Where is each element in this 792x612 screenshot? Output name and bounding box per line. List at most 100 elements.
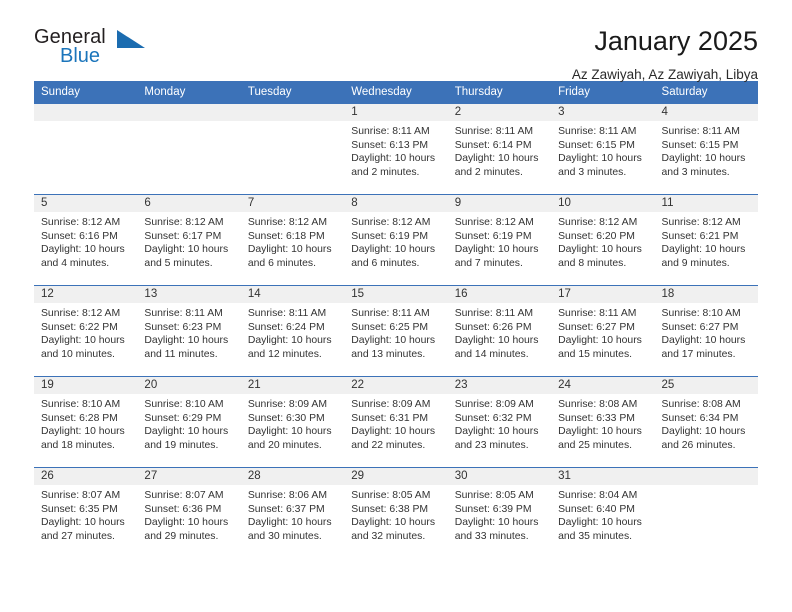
calendar-day-cell[interactable]: 27 Sunrise: 8:07 AM Sunset: 6:36 PM Dayligh… [137, 467, 241, 558]
calendar-day-cell[interactable]: 25 Sunrise: 8:08 AM Sunset: 6:34 PM Dayligh… [654, 376, 758, 468]
sunrise-time: Sunrise: 8:12 AM [351, 217, 431, 228]
daylight-line-1: Daylight: 10 hours [454, 244, 539, 256]
calendar-day-cell[interactable]: 23 Sunrise: 8:09 AM Sunset: 6:32 PM Dayligh… [447, 376, 552, 468]
calendar-day-cell[interactable]: 9 Sunrise: 8:12 AM Sunset: 6:19 PM Daylight… [447, 194, 552, 286]
day-number: 10 [551, 195, 655, 212]
daylight-line-2: and 27 minutes. [41, 530, 115, 542]
day-details: Sunrise: 8:12 AM Sunset: 6:20 PM Daylight:… [551, 212, 654, 270]
calendar-day-cell[interactable]: 26 Sunrise: 8:07 AM Sunset: 6:35 PM Dayligh… [34, 467, 138, 558]
daylight-line-2: and 6 minutes. [247, 257, 317, 269]
day-cell-inner [654, 468, 758, 558]
sunset-time: Sunset: 6:39 PM [454, 503, 532, 515]
calendar-day-cell[interactable]: 21 Sunrise: 8:09 AM Sunset: 6:30 PM Dayligh… [240, 376, 345, 468]
calendar-day-cell[interactable]: 7 Sunrise: 8:12 AM Sunset: 6:18 PM Daylight… [240, 194, 345, 286]
calendar-day-cell[interactable]: 18 Sunrise: 8:10 AM Sunset: 6:27 PM Dayligh… [654, 285, 758, 377]
day-details: Sunrise: 8:11 AM Sunset: 6:14 PM Daylight:… [448, 121, 551, 179]
calendar-day-cell[interactable]: 15 Sunrise: 8:11 AM Sunset: 6:25 PM Dayligh… [344, 285, 448, 377]
day-number: 27 [137, 468, 241, 485]
calendar-day-cell[interactable]: 19 Sunrise: 8:10 AM Sunset: 6:28 PM Dayligh… [34, 376, 138, 468]
day-number: 2 [447, 104, 552, 121]
daylight-line-2: and 18 minutes. [41, 439, 115, 451]
daylight-line-2: and 20 minutes. [247, 439, 322, 451]
sunset-time: Sunset: 6:37 PM [247, 503, 325, 515]
day-details: Sunrise: 8:11 AM Sunset: 6:15 PM Daylight:… [655, 121, 758, 179]
day-cell-inner: 3 Sunrise: 8:11 AM Sunset: 6:15 PM Daylight… [551, 104, 655, 194]
daylight-line-1: Daylight: 10 hours [41, 517, 125, 529]
calendar-day-cell[interactable]: 11 Sunrise: 8:12 AM Sunset: 6:21 PM Dayligh… [654, 194, 758, 286]
calendar-day-cell[interactable]: 10 Sunrise: 8:12 AM Sunset: 6:20 PM Dayligh… [551, 194, 655, 286]
calendar-day-cell[interactable]: 22 Sunrise: 8:09 AM Sunset: 6:31 PM Dayligh… [344, 376, 448, 468]
daylight-line-2: and 29 minutes. [144, 530, 219, 542]
day-cell-inner: 14 Sunrise: 8:11 AM Sunset: 6:24 PM Dayligh… [240, 286, 345, 376]
day-number: 11 [654, 195, 758, 212]
day-details: Sunrise: 8:09 AM Sunset: 6:32 PM Daylight:… [448, 394, 551, 452]
day-number: 26 [34, 468, 138, 485]
sunset-time: Sunset: 6:13 PM [351, 139, 429, 151]
day-cell-inner: 11 Sunrise: 8:12 AM Sunset: 6:21 PM Dayligh… [654, 195, 758, 285]
daylight-line-2: and 33 minutes. [454, 530, 529, 542]
calendar-day-cell[interactable]: 16 Sunrise: 8:11 AM Sunset: 6:26 PM Dayligh… [447, 285, 552, 377]
day-cell-inner: 21 Sunrise: 8:09 AM Sunset: 6:30 PM Dayligh… [240, 377, 345, 467]
calendar-day-cell[interactable]: 29 Sunrise: 8:05 AM Sunset: 6:38 PM Dayligh… [344, 467, 448, 558]
daylight-line-1: Daylight: 10 hours [661, 335, 746, 347]
daylight-line-1: Daylight: 10 hours [351, 517, 436, 529]
daylight-line-2: and 11 minutes. [144, 348, 218, 360]
day-number: 18 [654, 286, 758, 303]
sunrise-time: Sunrise: 8:11 AM [661, 126, 740, 137]
weekday-header-monday: Monday [137, 81, 241, 104]
day-cell-inner: 9 Sunrise: 8:12 AM Sunset: 6:19 PM Daylight… [447, 195, 552, 285]
calendar-day-cell[interactable]: 1 Sunrise: 8:11 AM Sunset: 6:13 PM Daylight… [344, 103, 448, 195]
day-details [34, 121, 137, 125]
sunset-time: Sunset: 6:35 PM [41, 503, 118, 515]
day-cell-inner: 28 Sunrise: 8:06 AM Sunset: 6:37 PM Dayligh… [240, 468, 345, 558]
day-cell-inner: 16 Sunrise: 8:11 AM Sunset: 6:26 PM Dayligh… [447, 286, 552, 376]
day-details: Sunrise: 8:07 AM Sunset: 6:36 PM Daylight:… [137, 485, 240, 543]
page-title: January 2025 [594, 26, 758, 56]
sunset-time: Sunset: 6:23 PM [144, 321, 222, 333]
day-cell-inner: 30 Sunrise: 8:05 AM Sunset: 6:39 PM Dayligh… [447, 468, 552, 558]
calendar-day-cell[interactable]: 3 Sunrise: 8:11 AM Sunset: 6:15 PM Daylight… [551, 103, 655, 195]
calendar-day-cell[interactable]: 13 Sunrise: 8:11 AM Sunset: 6:23 PM Dayligh… [137, 285, 241, 377]
daylight-line-2: and 12 minutes. [247, 348, 322, 360]
daylight-line-2: and 7 minutes. [454, 257, 523, 269]
calendar-day-cell[interactable]: 5 Sunrise: 8:12 AM Sunset: 6:16 PM Daylight… [34, 194, 138, 286]
day-details: Sunrise: 8:05 AM Sunset: 6:38 PM Daylight:… [344, 485, 447, 543]
daylight-line-1: Daylight: 10 hours [454, 335, 539, 347]
calendar-day-cell[interactable]: 20 Sunrise: 8:10 AM Sunset: 6:29 PM Dayligh… [137, 376, 241, 468]
daylight-line-2: and 30 minutes. [247, 530, 322, 542]
daylight-line-1: Daylight: 10 hours [144, 426, 229, 438]
calendar-day-cell[interactable]: 4 Sunrise: 8:11 AM Sunset: 6:15 PM Daylight… [654, 103, 758, 195]
daylight-line-1: Daylight: 10 hours [558, 153, 642, 165]
calendar-day-cell[interactable]: 14 Sunrise: 8:11 AM Sunset: 6:24 PM Dayligh… [240, 285, 345, 377]
calendar-day-cell[interactable]: 12 Sunrise: 8:12 AM Sunset: 6:22 PM Dayligh… [34, 285, 138, 377]
day-number: 23 [447, 377, 552, 394]
calendar-day-cell[interactable]: 24 Sunrise: 8:08 AM Sunset: 6:33 PM Dayligh… [551, 376, 655, 468]
day-number: 19 [34, 377, 138, 394]
calendar-day-cell[interactable]: 8 Sunrise: 8:12 AM Sunset: 6:19 PM Daylight… [344, 194, 448, 286]
day-cell-inner [240, 104, 345, 194]
daylight-line-1: Daylight: 10 hours [351, 426, 436, 438]
calendar-day-cell[interactable]: 31 Sunrise: 8:04 AM Sunset: 6:40 PM Dayligh… [551, 467, 655, 558]
day-number: 12 [34, 286, 138, 303]
daylight-line-1: Daylight: 10 hours [661, 153, 746, 165]
day-cell-inner: 8 Sunrise: 8:12 AM Sunset: 6:19 PM Daylight… [344, 195, 448, 285]
daylight-line-2: and 3 minutes. [558, 166, 627, 178]
day-number: 14 [240, 286, 345, 303]
daylight-line-2: and 2 minutes. [454, 166, 523, 178]
daylight-line-1: Daylight: 10 hours [661, 426, 746, 438]
calendar-day-cell[interactable]: 17 Sunrise: 8:11 AM Sunset: 6:27 PM Dayligh… [551, 285, 655, 377]
day-number: 7 [240, 195, 345, 212]
calendar-day-cell[interactable]: 30 Sunrise: 8:05 AM Sunset: 6:39 PM Dayligh… [447, 467, 552, 558]
day-cell-inner: 29 Sunrise: 8:05 AM Sunset: 6:38 PM Dayligh… [344, 468, 448, 558]
calendar-day-cell[interactable]: 28 Sunrise: 8:06 AM Sunset: 6:37 PM Dayligh… [240, 467, 345, 558]
sunset-time: Sunset: 6:27 PM [558, 321, 635, 333]
general-blue-logo[interactable]: General Blue [34, 26, 154, 74]
day-details: Sunrise: 8:06 AM Sunset: 6:37 PM Daylight:… [241, 485, 344, 543]
day-number: 30 [447, 468, 552, 485]
day-cell-inner: 19 Sunrise: 8:10 AM Sunset: 6:28 PM Dayligh… [34, 377, 138, 467]
calendar-day-cell[interactable]: 6 Sunrise: 8:12 AM Sunset: 6:17 PM Daylight… [137, 194, 241, 286]
day-details: Sunrise: 8:09 AM Sunset: 6:30 PM Daylight:… [241, 394, 344, 452]
daylight-line-2: and 15 minutes. [558, 348, 633, 360]
sunset-time: Sunset: 6:19 PM [454, 230, 532, 242]
calendar-day-cell[interactable]: 2 Sunrise: 8:11 AM Sunset: 6:14 PM Daylight… [447, 103, 552, 195]
